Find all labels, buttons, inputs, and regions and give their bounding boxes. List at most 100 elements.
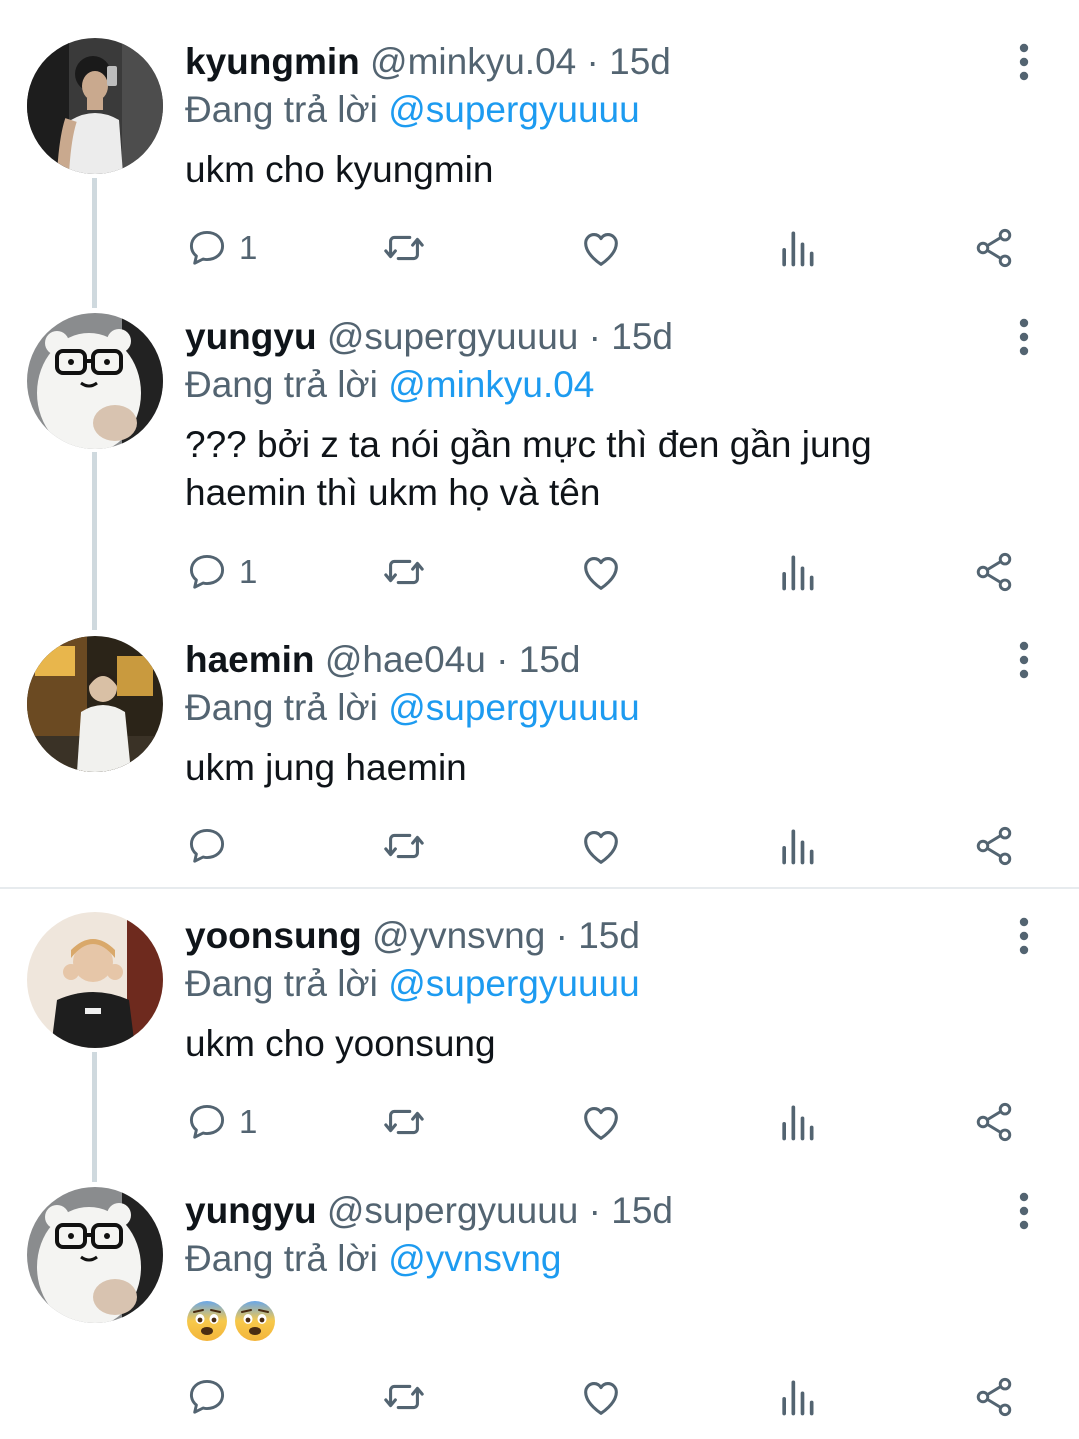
separator-dot: · bbox=[586, 41, 599, 82]
replying-label: Đang trả lời bbox=[185, 1238, 378, 1279]
reply-icon bbox=[185, 824, 229, 868]
retweet-icon bbox=[381, 1374, 427, 1420]
avatar[interactable] bbox=[27, 912, 163, 1048]
replying-to: Đang trả lời @supergyuuuu bbox=[185, 684, 640, 732]
more-options-icon[interactable] bbox=[1010, 640, 1038, 680]
more-options-icon[interactable] bbox=[1010, 42, 1038, 82]
display-name[interactable]: yungyu bbox=[185, 1190, 317, 1231]
reply-button[interactable]: 1 bbox=[185, 223, 257, 273]
user-handle[interactable]: @hae04u bbox=[325, 639, 486, 680]
share-icon bbox=[972, 1100, 1016, 1144]
avatar[interactable] bbox=[27, 636, 163, 772]
share-icon bbox=[972, 824, 1016, 868]
like-button[interactable] bbox=[578, 547, 624, 597]
share-button[interactable] bbox=[972, 547, 1016, 597]
reply-button[interactable] bbox=[185, 821, 229, 871]
fearful-face-emoji-icon bbox=[235, 1301, 275, 1341]
display-name[interactable]: yoonsung bbox=[185, 915, 362, 956]
display-name[interactable]: haemin bbox=[185, 639, 315, 680]
timestamp[interactable]: 15d bbox=[578, 915, 640, 956]
views-button[interactable] bbox=[775, 1097, 819, 1147]
display-name[interactable]: kyungmin bbox=[185, 41, 360, 82]
like-icon bbox=[578, 823, 624, 869]
replying-to: Đang trả lời @supergyuuuu bbox=[185, 86, 640, 134]
retweet-button[interactable] bbox=[381, 1372, 427, 1422]
share-icon bbox=[972, 550, 1016, 594]
retweet-button[interactable] bbox=[381, 223, 427, 273]
fearful-face-emoji-icon bbox=[187, 1301, 227, 1341]
tweet-text-line: ??? bởi z ta nói gần mực thì đen gần jun… bbox=[185, 424, 872, 465]
more-options-icon[interactable] bbox=[1010, 317, 1038, 357]
retweet-button[interactable] bbox=[381, 821, 427, 871]
more-options-icon[interactable] bbox=[1010, 916, 1038, 956]
user-handle[interactable]: @supergyuuuu bbox=[327, 1190, 579, 1231]
replying-label: Đang trả lời bbox=[185, 364, 378, 405]
like-button[interactable] bbox=[578, 1372, 624, 1422]
thread-divider bbox=[0, 887, 1079, 889]
tweet-text-line: haemin thì ukm họ và tên bbox=[185, 472, 601, 513]
reply-mention-link[interactable]: @supergyuuuu bbox=[388, 687, 640, 728]
reply-mention-link[interactable]: @yvnsvng bbox=[388, 1238, 561, 1279]
reply-icon bbox=[185, 1100, 229, 1144]
thread-line bbox=[92, 452, 97, 630]
action-bar bbox=[0, 1372, 1079, 1422]
views-icon bbox=[775, 226, 819, 270]
separator-dot: · bbox=[555, 915, 568, 956]
views-button[interactable] bbox=[775, 223, 819, 273]
reply-count: 1 bbox=[239, 1103, 258, 1140]
action-bar: 1 bbox=[0, 223, 1079, 273]
tweet-header: yungyu @supergyuuuu · 15d bbox=[185, 313, 673, 361]
reply-mention-link[interactable]: @minkyu.04 bbox=[388, 364, 594, 405]
user-handle[interactable]: @yvnsvng bbox=[372, 915, 545, 956]
user-handle[interactable]: @minkyu.04 bbox=[370, 41, 576, 82]
reply-button[interactable]: 1 bbox=[185, 1097, 257, 1147]
retweet-button[interactable] bbox=[381, 1097, 427, 1147]
reply-button[interactable] bbox=[185, 1372, 229, 1422]
tweet-text-line: ukm jung haemin bbox=[185, 747, 467, 788]
reply-icon bbox=[185, 1375, 229, 1419]
tweet-text: ukm cho yoonsung bbox=[185, 1020, 965, 1068]
reply-count: 1 bbox=[239, 229, 258, 266]
timestamp[interactable]: 15d bbox=[609, 41, 671, 82]
retweet-icon bbox=[381, 1099, 427, 1145]
views-button[interactable] bbox=[775, 1372, 819, 1422]
tweet-text-line: ukm cho yoonsung bbox=[185, 1023, 496, 1064]
like-button[interactable] bbox=[578, 223, 624, 273]
share-button[interactable] bbox=[972, 1097, 1016, 1147]
separator-dot: · bbox=[496, 639, 509, 680]
display-name[interactable]: yungyu bbox=[185, 316, 317, 357]
timestamp[interactable]: 15d bbox=[611, 316, 673, 357]
reply-button[interactable]: 1 bbox=[185, 547, 257, 597]
timestamp[interactable]: 15d bbox=[519, 639, 581, 680]
retweet-button[interactable] bbox=[381, 547, 427, 597]
avatar[interactable] bbox=[27, 38, 163, 174]
share-button[interactable] bbox=[972, 1372, 1016, 1422]
like-button[interactable] bbox=[578, 1097, 624, 1147]
views-icon bbox=[775, 824, 819, 868]
reply-mention-link[interactable]: @supergyuuuu bbox=[388, 89, 640, 130]
avatar[interactable] bbox=[27, 1187, 163, 1323]
like-icon bbox=[578, 1099, 624, 1145]
reply-mention-link[interactable]: @supergyuuuu bbox=[388, 963, 640, 1004]
tweet-text-line: ukm cho kyungmin bbox=[185, 149, 494, 190]
views-button[interactable] bbox=[775, 547, 819, 597]
like-button[interactable] bbox=[578, 821, 624, 871]
replying-to: Đang trả lời @minkyu.04 bbox=[185, 361, 594, 409]
views-button[interactable] bbox=[775, 821, 819, 871]
retweet-icon bbox=[381, 549, 427, 595]
tweet-text: ukm jung haemin bbox=[185, 744, 965, 792]
tweet-header: kyungmin @minkyu.04 · 15d bbox=[185, 38, 671, 86]
share-icon bbox=[972, 226, 1016, 270]
share-button[interactable] bbox=[972, 223, 1016, 273]
like-icon bbox=[578, 225, 624, 271]
retweet-icon bbox=[381, 823, 427, 869]
timestamp[interactable]: 15d bbox=[611, 1190, 673, 1231]
avatar[interactable] bbox=[27, 313, 163, 449]
tweet-header: haemin @hae04u · 15d bbox=[185, 636, 580, 684]
share-button[interactable] bbox=[972, 821, 1016, 871]
action-bar bbox=[0, 821, 1079, 871]
views-icon bbox=[775, 1375, 819, 1419]
user-handle[interactable]: @supergyuuuu bbox=[327, 316, 579, 357]
more-options-icon[interactable] bbox=[1010, 1191, 1038, 1231]
tweet-text: ??? bởi z ta nói gần mực thì đen gần jun… bbox=[185, 421, 965, 517]
